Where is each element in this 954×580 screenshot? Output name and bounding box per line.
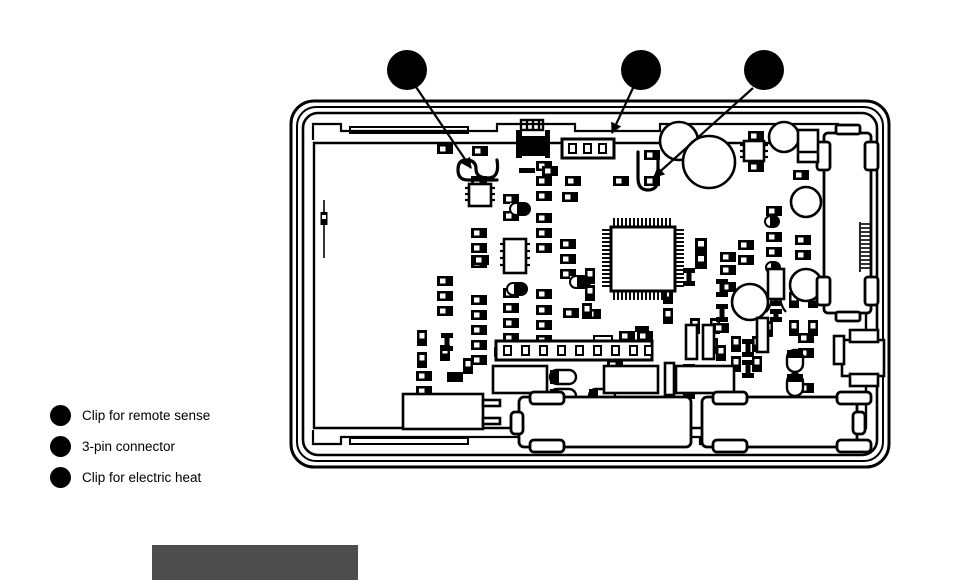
pcb-assembly-drawing xyxy=(289,50,891,469)
callout-1-remote-sense xyxy=(387,50,472,169)
relay-lower-left xyxy=(401,392,502,431)
soic-ic-left xyxy=(465,182,495,208)
vertical-bar-components xyxy=(684,316,846,366)
module-upper-right xyxy=(796,128,820,164)
callout-marker-2 xyxy=(621,50,661,90)
connector-3pin xyxy=(560,137,616,160)
callout-marker-3 xyxy=(744,50,784,90)
main-microcontroller-qfp xyxy=(602,218,684,300)
legend-bullet-icon xyxy=(50,436,71,457)
legend-label-3pin-connector: 3-pin connector xyxy=(82,438,176,454)
legend-item-3pin-connector: 3-pin connector xyxy=(50,431,350,462)
legend-label-electric-heat: Clip for electric heat xyxy=(82,469,202,485)
legend-bullet-icon xyxy=(50,405,71,426)
left-edge-trace xyxy=(320,200,328,258)
legend-item-electric-heat: Clip for electric heat xyxy=(50,462,350,493)
soic-ic-center xyxy=(500,237,530,275)
connector-right-vertical xyxy=(815,123,880,323)
terminal-block-left xyxy=(509,390,693,454)
legend-bullet-icon xyxy=(50,467,71,488)
callout-marker-1 xyxy=(387,50,427,90)
soic-ic-right xyxy=(740,139,768,163)
terminal-block-right xyxy=(700,390,873,454)
legend-label-remote-sense: Clip for remote sense xyxy=(82,407,211,423)
header-9pin xyxy=(494,339,654,362)
callout-2-3pin-connector xyxy=(611,50,661,134)
bottom-gray-bar xyxy=(152,545,358,580)
illustration-canvas: Clip for remote sense 3-pin connector Cl… xyxy=(0,0,954,580)
legend: Clip for remote sense 3-pin connector Cl… xyxy=(50,400,350,493)
legend-item-remote-sense: Clip for remote sense xyxy=(50,400,350,431)
